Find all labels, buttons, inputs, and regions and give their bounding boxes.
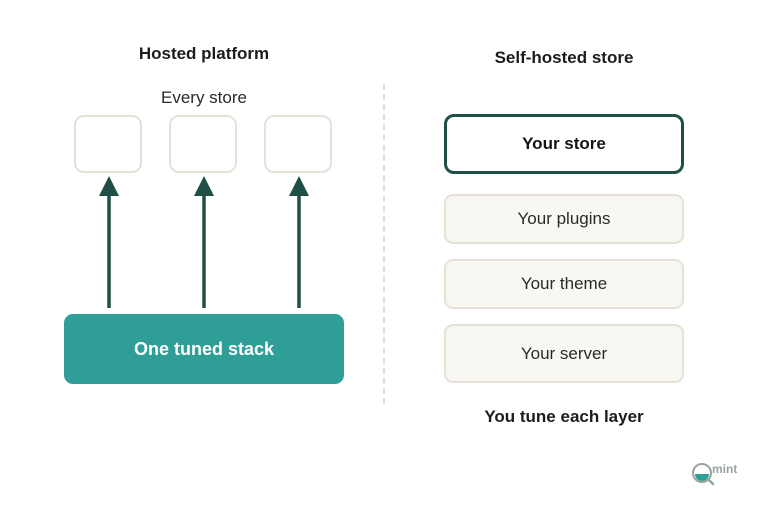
self-hosted-heading: Self-hosted store — [494, 48, 634, 67]
layer-label: Your plugins — [517, 209, 611, 228]
layer-label: Your server — [520, 343, 608, 363]
layer-label: Your store — [522, 134, 606, 153]
layer-store: Your store — [444, 114, 684, 174]
tuned-stack-box: One tuned stack — [64, 314, 344, 384]
layer-label: Your theme — [520, 274, 608, 293]
arrow-up-icon — [194, 176, 214, 308]
logo-wordmark: mint — [712, 462, 738, 476]
layer-plugins: Your plugins — [444, 194, 684, 244]
divider — [383, 84, 385, 404]
arrow-up-icon — [99, 176, 119, 308]
layer-theme: Your theme — [444, 259, 684, 309]
tuned-stack-label: One tuned stack — [133, 338, 275, 359]
tune-each-layer-caption: You tune each layer — [484, 407, 644, 426]
layer-server: Your server — [444, 324, 684, 383]
arrow-up-icon — [289, 176, 309, 308]
